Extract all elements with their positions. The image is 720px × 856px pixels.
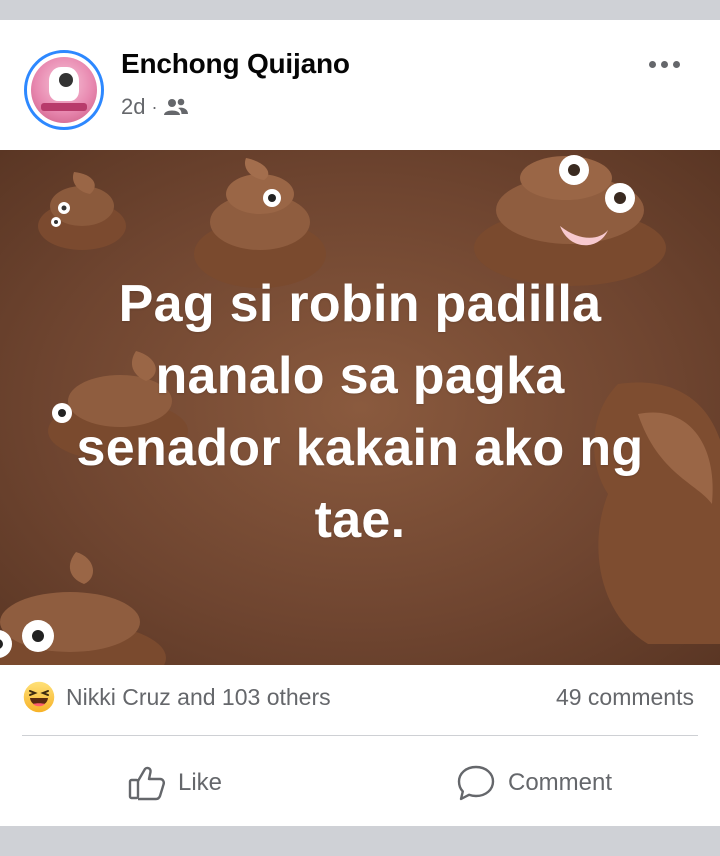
thumbs-up-icon	[128, 766, 165, 801]
reactions-summary[interactable]: Nikki Cruz and 103 others	[22, 680, 331, 714]
comment-button[interactable]: Comment	[456, 763, 612, 803]
poop-emoji-icon	[38, 172, 126, 250]
post-card: Enchong Quijano 2d · Pag si robin padill…	[0, 20, 720, 826]
post-image-text: Pag si robin padilla nanalo sa pagka sen…	[40, 268, 680, 556]
comment-icon	[457, 765, 495, 801]
post-text-line: Pag si robin padilla	[118, 275, 602, 333]
comments-count[interactable]: 49 comments	[556, 680, 694, 714]
meta-separator: ·	[151, 96, 158, 117]
bottom-background-band	[0, 826, 720, 856]
author-avatar[interactable]	[24, 50, 104, 130]
post-text-line: senador kakain ako ng	[76, 419, 644, 477]
post-time[interactable]: 2d	[121, 94, 145, 120]
divider	[22, 735, 698, 736]
haha-reaction-icon	[22, 680, 56, 714]
reactions-text[interactable]: Nikki Cruz and 103 others	[66, 684, 331, 711]
post-text-line: tae.	[314, 491, 406, 549]
friends-icon[interactable]	[163, 97, 189, 117]
post-text-line: nanalo sa pagka	[155, 347, 565, 405]
top-background-band	[0, 0, 720, 20]
like-button[interactable]: Like	[128, 763, 222, 803]
poop-emoji-icon	[0, 552, 166, 665]
more-options-icon[interactable]	[644, 54, 684, 74]
post-image[interactable]: Pag si robin padilla nanalo sa pagka sen…	[0, 150, 720, 665]
author-name[interactable]: Enchong Quijano	[121, 48, 350, 80]
post-meta: 2d ·	[121, 94, 189, 120]
comment-label: Comment	[508, 769, 613, 796]
like-label: Like	[178, 769, 223, 796]
avatar-photo	[31, 57, 97, 123]
